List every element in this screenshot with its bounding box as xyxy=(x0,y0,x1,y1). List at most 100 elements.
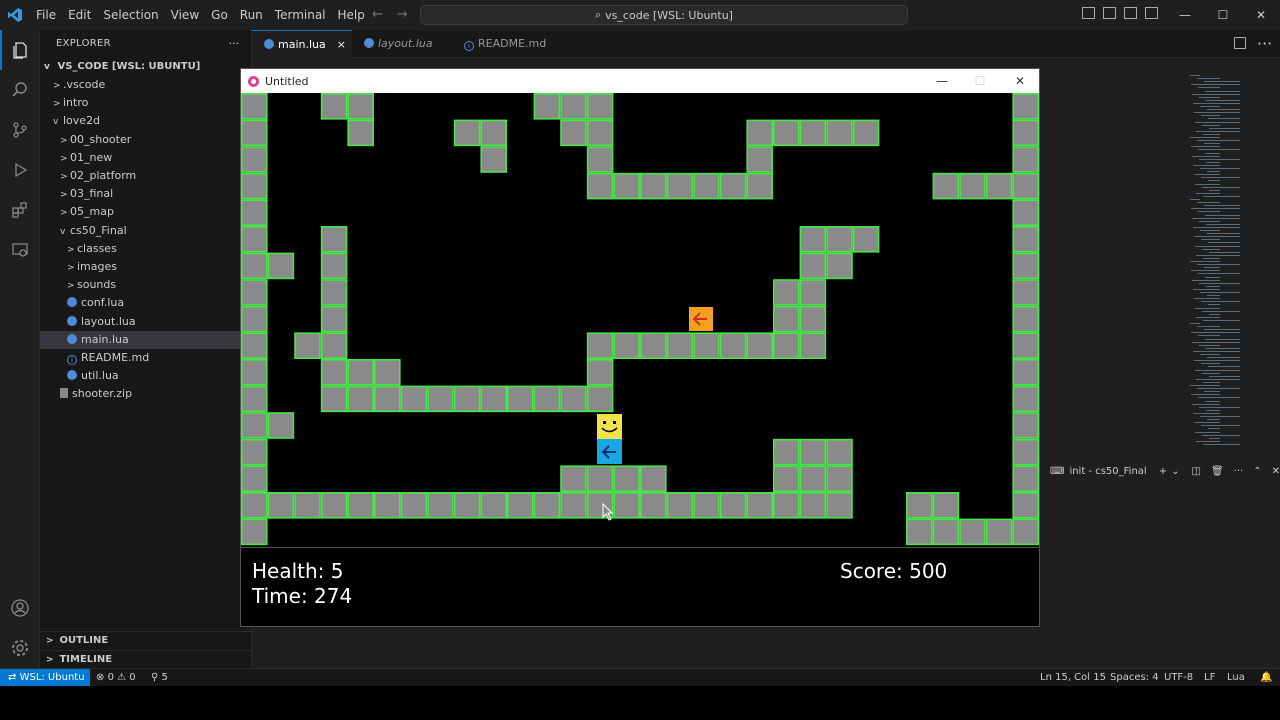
minimize-icon[interactable]: — xyxy=(1166,0,1204,30)
wall-tile xyxy=(560,93,587,120)
menu-file[interactable]: File xyxy=(30,0,62,30)
back-arrow-icon[interactable]: ← xyxy=(372,7,383,22)
cursor-position[interactable]: Ln 15, Col 15 xyxy=(1040,669,1106,686)
source-control-icon[interactable] xyxy=(0,110,40,150)
close-tab-icon[interactable]: × xyxy=(337,31,346,59)
explorer-item[interactable]: conf.lua xyxy=(40,294,252,312)
explorer-item[interactable]: util.lua xyxy=(40,367,252,385)
game-canvas[interactable] xyxy=(241,93,1039,546)
notifications-icon[interactable]: 🔔 xyxy=(1260,669,1272,686)
wall-tile xyxy=(1012,358,1039,386)
explorer-item[interactable]: > intro xyxy=(40,94,252,112)
language-mode[interactable]: Lua xyxy=(1227,669,1245,686)
menu-selection[interactable]: Selection xyxy=(97,0,164,30)
wall-tile xyxy=(719,491,747,519)
explorer-item[interactable]: > sounds xyxy=(40,276,252,294)
chevron-down-icon[interactable]: ⌄ xyxy=(1171,466,1179,477)
minimap-line xyxy=(1203,195,1240,197)
explorer-item[interactable]: >01_new xyxy=(40,149,252,167)
end-of-line[interactable]: LF xyxy=(1204,669,1215,686)
warning-icon: ⚠ xyxy=(117,672,127,683)
explorer-item[interactable]: >02_platform xyxy=(40,167,252,185)
explorer-item[interactable]: shooter.zip xyxy=(40,385,252,403)
explorer-item[interactable]: main.lua xyxy=(40,330,252,349)
minimap[interactable] xyxy=(1190,75,1265,455)
ports-indicator[interactable]: ⚲ 5 xyxy=(151,669,168,686)
minimap-line xyxy=(1200,354,1220,355)
wall-tile xyxy=(1012,518,1039,546)
explorer-item[interactable]: >00_shooter xyxy=(40,131,252,149)
workspace-root[interactable]: v VS_CODE [WSL: UBUNTU] xyxy=(40,58,252,76)
timeline-section[interactable]: > TIMELINE xyxy=(40,650,252,668)
wall-tile xyxy=(241,146,268,173)
wall-tile xyxy=(772,491,800,519)
more-actions-icon[interactable]: ··· xyxy=(229,30,240,58)
more-actions-icon[interactable]: ··· xyxy=(1257,34,1272,53)
account-icon[interactable] xyxy=(0,588,40,628)
menu-edit[interactable]: Edit xyxy=(62,0,97,30)
menu-terminal[interactable]: Terminal xyxy=(269,0,332,30)
wall-tile xyxy=(320,305,348,333)
explorer-item[interactable]: v love2d xyxy=(40,112,252,130)
minimap-line xyxy=(1198,87,1220,89)
toggle-panel-icon[interactable] xyxy=(1103,7,1116,19)
close-panel-icon[interactable]: ✕ xyxy=(1272,466,1280,477)
outline-section[interactable]: > OUTLINE xyxy=(40,631,252,649)
more-actions-icon[interactable]: ··· xyxy=(1234,466,1244,477)
explorer-icon[interactable] xyxy=(0,30,40,70)
command-center[interactable]: ⌕ vs_code [WSL: Ubuntu] xyxy=(420,5,908,25)
wall-tile xyxy=(586,172,614,200)
tab-layout-lua[interactable]: layout.lua xyxy=(352,30,452,58)
toggle-secondary-sidebar-icon[interactable] xyxy=(1124,7,1137,19)
explorer-item[interactable]: >03_final xyxy=(40,185,252,203)
indentation[interactable]: Spaces: 4 xyxy=(1110,669,1159,686)
menu-help[interactable]: Help xyxy=(332,0,371,30)
customize-layout-icon[interactable] xyxy=(1145,7,1158,19)
explorer-item[interactable]: > images xyxy=(40,258,252,276)
menu-run[interactable]: Run xyxy=(234,0,269,30)
minimap-line xyxy=(1196,192,1220,194)
remote-explorer-icon[interactable] xyxy=(0,230,40,270)
terminal-label[interactable]: init - cs50_Final xyxy=(1069,466,1146,477)
run-debug-icon[interactable] xyxy=(0,150,40,190)
menu-go[interactable]: Go xyxy=(205,0,234,30)
explorer-item[interactable]: > classes xyxy=(40,240,252,258)
settings-gear-icon[interactable] xyxy=(0,628,40,668)
minimap-line xyxy=(1191,270,1220,272)
maximize-icon[interactable]: ☐ xyxy=(961,69,999,93)
split-terminal-icon[interactable]: ◫ xyxy=(1191,466,1200,477)
minimize-icon[interactable]: — xyxy=(923,69,961,93)
tab-main-lua[interactable]: main.lua × xyxy=(252,30,352,58)
explorer-item[interactable]: > .vscode xyxy=(40,76,252,94)
minimap-line xyxy=(1198,211,1220,213)
minimap-line xyxy=(1194,298,1220,300)
explorer-item[interactable]: layout.lua xyxy=(40,313,252,331)
explorer-item[interactable]: >05_map xyxy=(40,203,252,221)
encoding[interactable]: UTF-8 xyxy=(1164,669,1193,686)
maximize-panel-icon[interactable]: ⌃ xyxy=(1253,466,1261,477)
split-editor-icon[interactable] xyxy=(1234,37,1246,49)
toggle-primary-sidebar-icon[interactable] xyxy=(1082,7,1095,19)
tab-readme[interactable]: i README.md xyxy=(452,30,562,58)
extensions-icon[interactable] xyxy=(0,190,40,230)
maximize-icon[interactable]: ☐ xyxy=(1204,0,1242,30)
wall-tile xyxy=(905,491,933,519)
game-window[interactable]: Untitled — ☐ ✕ Health: 5 Time: 274 Score… xyxy=(240,68,1040,627)
menu-view[interactable]: View xyxy=(165,0,205,30)
search-icon[interactable] xyxy=(0,70,40,110)
new-terminal-icon[interactable]: + xyxy=(1159,466,1167,477)
trash-icon[interactable]: 🗑 xyxy=(1211,466,1224,477)
forward-arrow-icon[interactable]: → xyxy=(397,7,408,22)
close-icon[interactable]: ✕ xyxy=(1242,0,1280,30)
minimap-line xyxy=(1209,313,1220,315)
remote-indicator[interactable]: ⇄ WSL: Ubuntu xyxy=(0,669,90,686)
explorer-item[interactable]: i README.md xyxy=(40,349,252,367)
wall-tile xyxy=(241,119,268,147)
minimap-line xyxy=(1193,412,1220,414)
explorer-item[interactable]: v cs50_Final xyxy=(40,222,252,240)
problems-indicator[interactable]: ⊗ 0 ⚠ 0 xyxy=(96,669,136,686)
close-icon[interactable]: ✕ xyxy=(1001,69,1039,93)
minimap-line xyxy=(1198,397,1240,399)
wall-tile xyxy=(1012,252,1039,280)
wall-tile xyxy=(320,93,348,120)
